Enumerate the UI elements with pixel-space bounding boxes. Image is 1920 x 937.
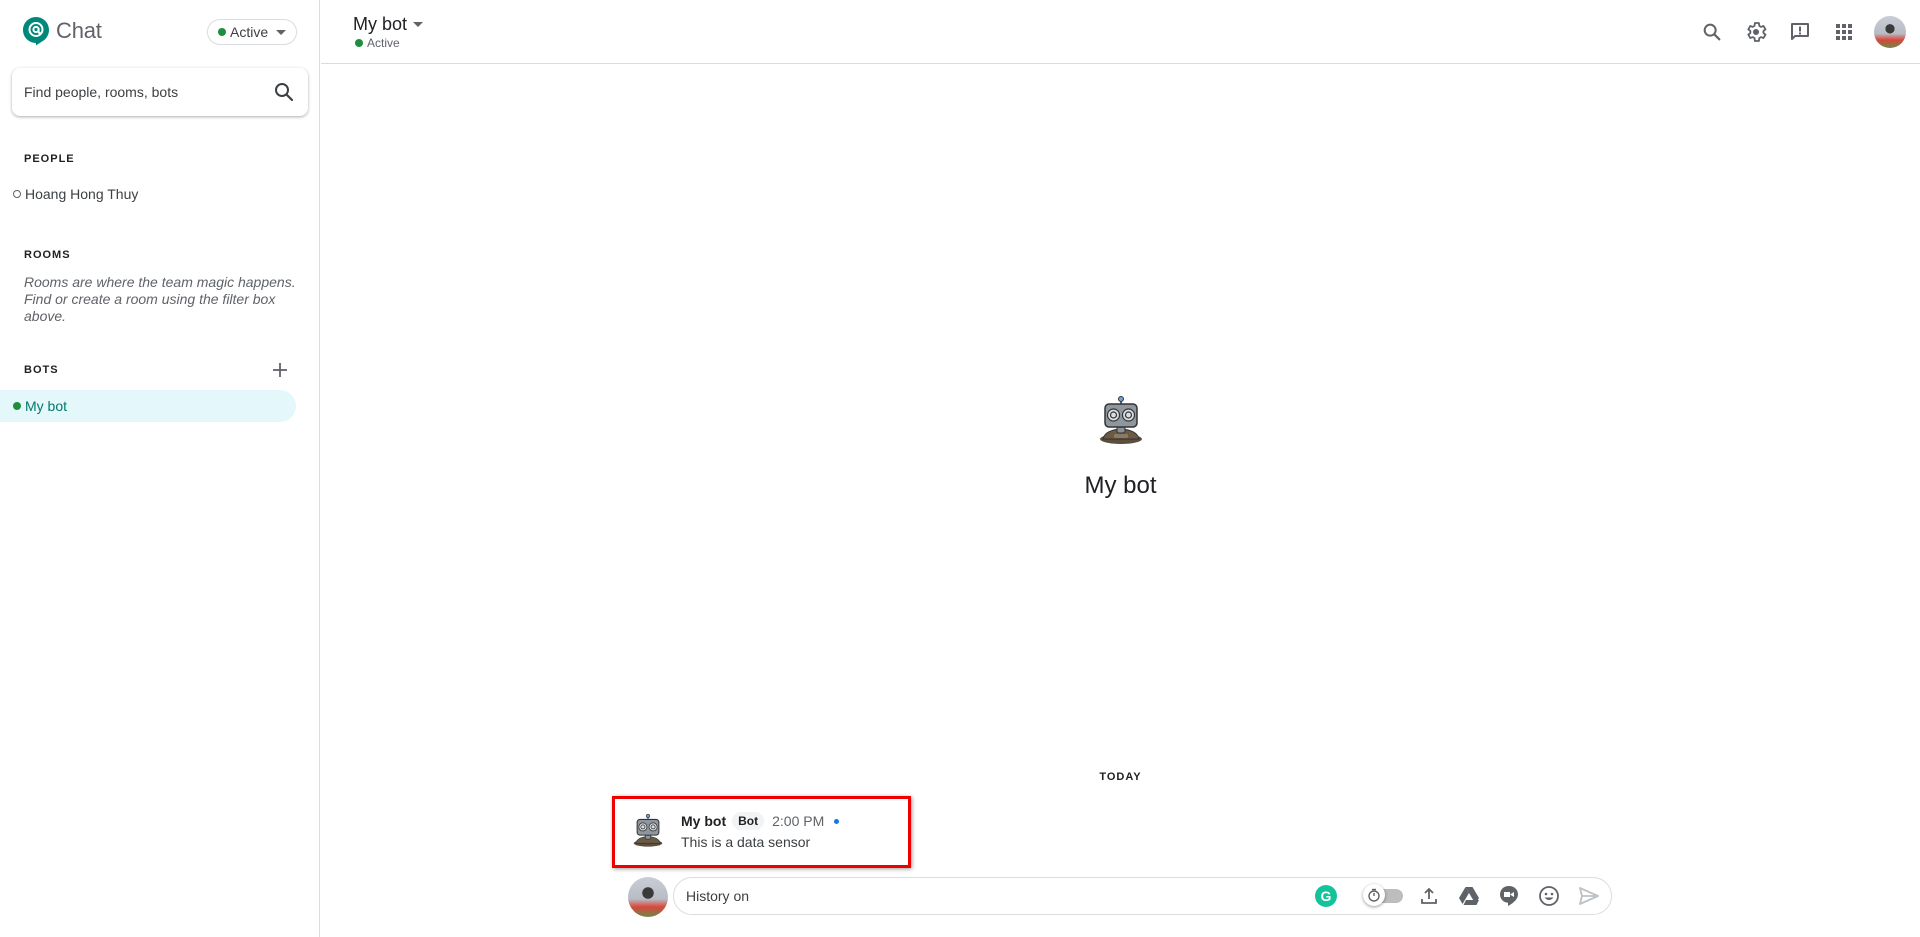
message-input[interactable] [686,888,1315,904]
apps-button[interactable] [1826,14,1862,50]
sidebar: Chat Active PEOPLE Hoang Hong Thuy ROOMS… [0,0,320,937]
drive-icon [1459,887,1479,905]
rooms-section-label: ROOMS [24,249,71,261]
sidebar-search [12,68,308,116]
bots-section-label: BOTS [24,364,59,376]
people-section-label: PEOPLE [24,153,75,165]
apps-grid-icon [1836,24,1852,40]
message-timestamp: 2:00 PM [772,813,825,829]
status-selector[interactable]: Active [207,19,298,45]
feedback-icon [1791,23,1809,40]
composer-tools: G [1315,882,1611,910]
bot-badge: Bot [732,812,765,830]
feedback-button[interactable] [1782,14,1818,50]
intro-title: My bot [1084,472,1157,499]
bot-name: My bot [25,398,68,414]
send-button[interactable] [1575,882,1603,910]
message-sender[interactable]: My bot [681,813,726,829]
person-name: Hoang Hong Thuy [25,186,139,202]
bot-avatar-icon [1099,396,1142,444]
message-composer: G [673,877,1612,915]
composer-user-avatar [628,877,668,917]
chevron-down-icon [413,22,424,27]
history-timer-icon [1363,884,1385,906]
message-item[interactable]: My bot Bot 2:00 PM This is a data sensor [612,796,911,868]
unread-indicator-icon [834,818,840,824]
search-icon [1703,23,1721,41]
status-label: Active [230,24,269,40]
conversation-header: My bot Active [321,0,1920,64]
date-divider: TODAY [1099,771,1142,783]
conversation-title: My bot [353,14,408,34]
upload-button[interactable] [1415,882,1443,910]
rooms-hint-text: Rooms are where the team magic happens. … [24,274,296,324]
plus-icon [273,363,287,377]
gear-icon [1747,22,1767,42]
search-icon[interactable] [272,80,296,104]
grammarly-icon[interactable]: G [1315,885,1337,907]
drive-button[interactable] [1455,882,1483,910]
meet-button[interactable] [1495,882,1523,910]
app-name: Chat [56,18,102,43]
emoji-button[interactable] [1535,882,1563,910]
add-bot-button[interactable] [268,358,292,382]
message-text: This is a data sensor [681,834,811,850]
header-actions [1686,14,1908,50]
conversation-intro: My bot [321,396,1920,500]
conversation-status-label: Active [367,36,400,50]
search-input[interactable] [24,84,272,100]
conversation-status: Active [355,36,400,50]
settings-button[interactable] [1738,14,1774,50]
search-button[interactable] [1694,14,1730,50]
chat-logo-icon [23,17,49,46]
meet-icon [1500,886,1518,906]
history-toggle[interactable] [1363,884,1403,906]
bot-avatar-icon [633,814,663,847]
chevron-down-icon [276,29,287,35]
account-avatar [1874,16,1906,48]
presence-active-icon [355,39,363,47]
account-button[interactable] [1872,14,1908,50]
upload-icon [1421,887,1437,904]
people-item-hoang-hong-thuy[interactable]: Hoang Hong Thuy [0,178,296,210]
emoji-icon [1539,886,1559,906]
message-header: My bot Bot 2:00 PM [681,812,840,830]
message-body: My bot Bot 2:00 PM This is a data sensor [681,812,840,850]
send-icon [1579,887,1599,905]
status-dot [218,28,226,36]
presence-offline-icon [13,190,21,198]
app-logo[interactable]: Chat [22,16,102,46]
presence-active-icon [13,402,21,410]
conversation-title-menu[interactable]: My bot [353,14,424,35]
conversation-pane: My bot Active My bot TODAY My bot Bot 2:… [321,0,1920,937]
bot-item-my-bot[interactable]: My bot [0,390,296,422]
